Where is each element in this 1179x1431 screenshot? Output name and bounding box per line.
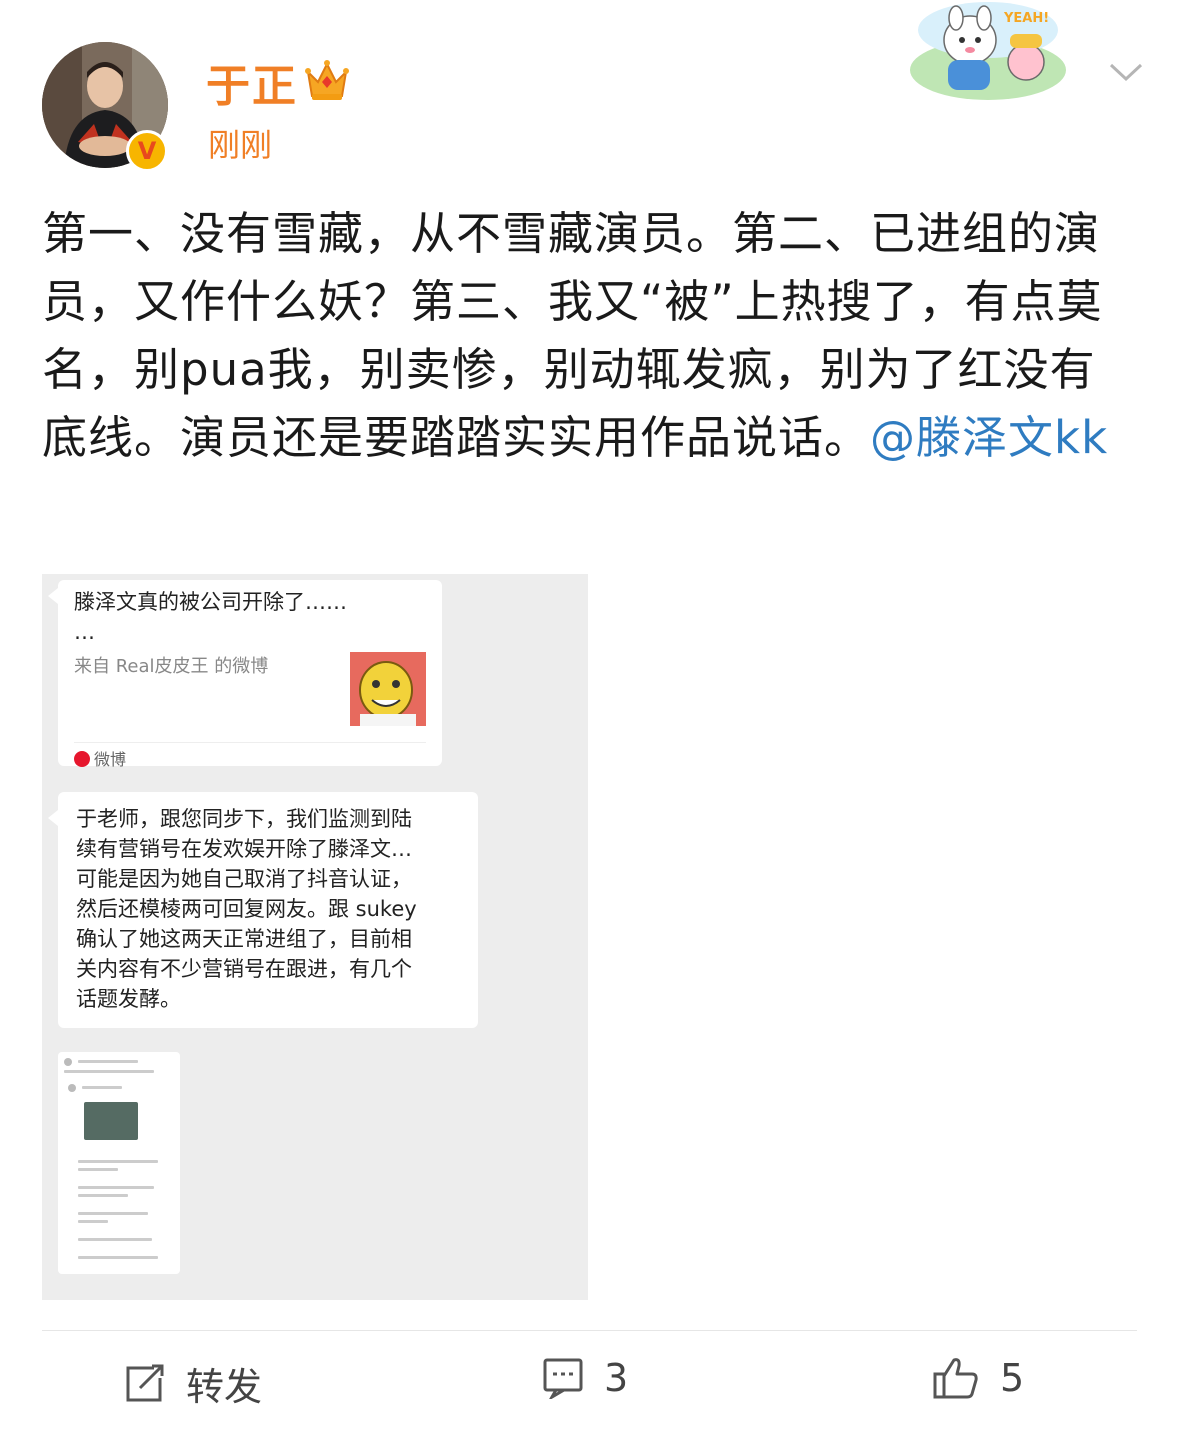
mini-line [78, 1168, 118, 1171]
mini-line [78, 1238, 152, 1241]
bubble-tail [48, 810, 58, 826]
message-line: 可能是因为她自己取消了抖音认证， [76, 867, 412, 891]
comment-button[interactable]: 3 [542, 1356, 628, 1400]
weibo-icon [74, 751, 90, 767]
shared-ellipsis: … [74, 620, 95, 644]
card-divider [74, 742, 426, 743]
repost-label: 转发 [186, 1365, 263, 1409]
mini-line [82, 1086, 122, 1089]
repost-icon [126, 1364, 164, 1401]
message-line: 然后还模棱两可回复网友。跟 sukey [76, 897, 417, 921]
footer-divider [42, 1330, 1137, 1331]
message-line: 话题发酵。 [76, 987, 181, 1011]
message-line: 于老师，跟您同步下，我们监测到陆 [76, 807, 412, 831]
message-line: 续有营销号在发欢娱开除了滕泽文… [76, 837, 412, 861]
like-button[interactable]: 5 [932, 1356, 1024, 1400]
mini-line [78, 1212, 148, 1215]
crown-icon [304, 58, 350, 106]
mini-avatar [64, 1058, 72, 1066]
yeah-sticker: YEAH! [908, 0, 1068, 104]
comment-screenshot-thumbnail [58, 1052, 180, 1274]
post-time: 刚刚 [208, 126, 273, 164]
mini-line [78, 1186, 154, 1189]
shared-source: 来自 Real皮皮王 的微博 [74, 656, 269, 677]
shared-thumbnail [350, 652, 426, 726]
like-count: 5 [1000, 1356, 1025, 1400]
like-icon [933, 1358, 978, 1399]
username[interactable]: 于正 [206, 50, 298, 114]
mini-line [78, 1256, 158, 1259]
comment-icon [543, 1358, 583, 1399]
bubble-tail [48, 588, 58, 604]
shared-weibo-card: 滕泽文真的被公司开除了…… … 来自 Real皮皮王 的微博 微博 [58, 580, 442, 769]
message-line: 确认了她这两天正常进组了，目前相 [76, 927, 412, 951]
verified-badge-icon: V [126, 130, 168, 172]
mini-line [78, 1220, 108, 1223]
mini-line [78, 1160, 158, 1163]
comment-count: 3 [604, 1356, 629, 1400]
mini-image [84, 1102, 138, 1140]
sticker-text: YEAH! [1003, 11, 1049, 26]
mini-avatar [68, 1084, 76, 1092]
mention-link[interactable]: @滕泽文kk [870, 411, 1108, 464]
post-image[interactable]: 滕泽文真的被公司开除了…… … 来自 Real皮皮王 的微博 微博 于老师，跟您… [42, 574, 588, 1300]
message-line: 关内容有不少营销号在跟进，有几个 [76, 957, 412, 981]
mini-line [78, 1194, 128, 1197]
repost-button[interactable]: 转发 [124, 1356, 262, 1411]
shared-title: 滕泽文真的被公司开除了…… [74, 590, 347, 614]
chevron-down-icon[interactable] [1108, 60, 1144, 88]
chat-message: 于老师，跟您同步下，我们监测到陆 续有营销号在发欢娱开除了滕泽文… 可能是因为她… [58, 792, 478, 1028]
mini-line [64, 1070, 154, 1073]
post-text: 第一、没有雪藏，从不雪藏演员。第二、已进组的演员，又作什么妖？第三、我又“被”上… [42, 200, 1137, 472]
mini-line [78, 1060, 138, 1063]
weibo-app-label: 微博 [74, 746, 126, 770]
